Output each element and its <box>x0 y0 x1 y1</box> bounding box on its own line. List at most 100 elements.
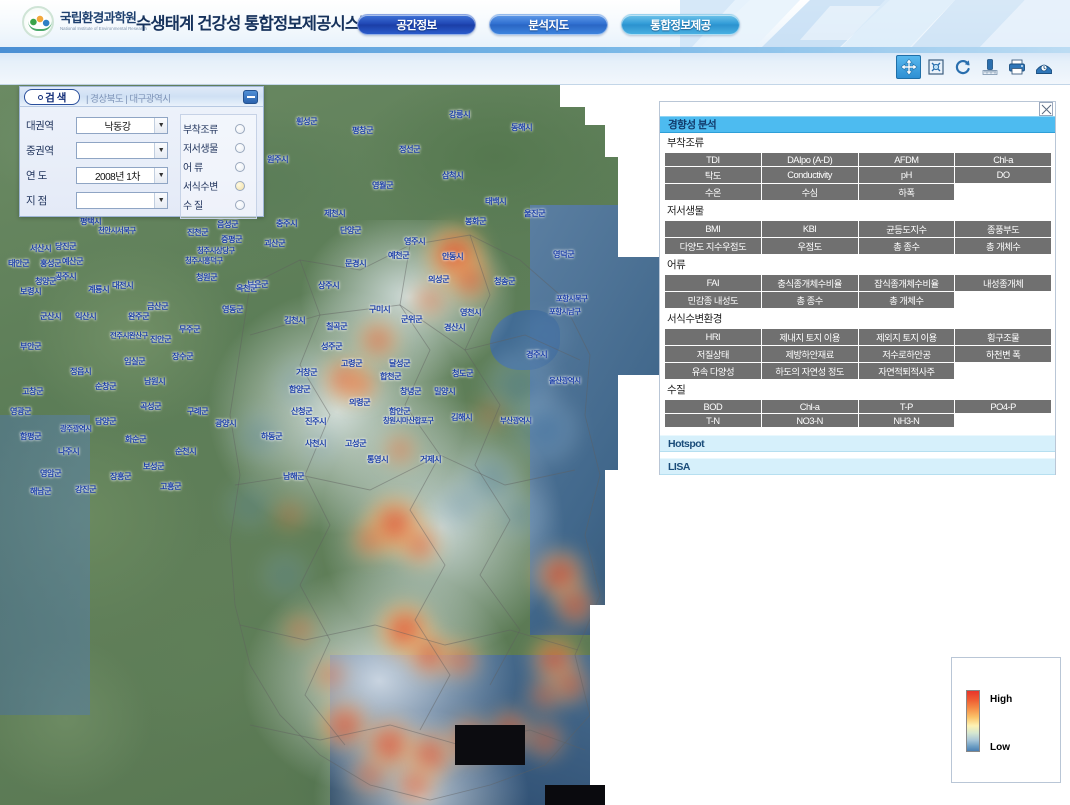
indicator-cell[interactable]: PO4-P <box>954 399 1052 414</box>
tile-mask <box>618 157 660 189</box>
indicator-cell[interactable]: Chl-a <box>760 399 859 414</box>
indicator-table: HRI 제내지 토지 이용 제외지 토지 이용 횡구조물 저질상태 제방하안재료 저수로하안… <box>664 328 1052 380</box>
indicator-group-label: 서식수변환경 <box>667 313 722 325</box>
nav-spatial-info[interactable]: 공간정보 <box>357 14 476 35</box>
indicator-cell[interactable]: 제외지 토지 이용 <box>857 328 956 346</box>
map-legend: High Low <box>951 657 1061 783</box>
radio-icon[interactable] <box>234 123 245 134</box>
minimize-button[interactable] <box>243 90 258 104</box>
close-icon <box>1041 104 1051 114</box>
org-name-sub: National Institute of Environmental Rese… <box>60 26 147 32</box>
logo[interactable]: 국립환경과학원 National Institute of Environmen… <box>22 6 147 38</box>
indicator-cell[interactable]: pH <box>857 166 956 184</box>
indicator-cell[interactable]: 수심 <box>760 183 859 201</box>
minus-icon <box>246 96 255 98</box>
indicator-cell[interactable]: HRI <box>664 328 762 346</box>
nav-integrated-info[interactable]: 통합정보제공 <box>621 14 740 35</box>
zoom-extent-button[interactable] <box>923 55 948 79</box>
indicator-option[interactable]: 부착조류 <box>183 119 254 138</box>
search-select[interactable]: 낙동강 ▼ <box>76 116 168 134</box>
search-select[interactable]: ▼ <box>76 191 168 209</box>
search-tab-label: 검 색 <box>45 91 66 104</box>
indicator-cell[interactable]: KBI <box>760 220 859 238</box>
indicator-cell-empty <box>954 362 1052 380</box>
indicator-cell[interactable]: AFDM <box>857 152 956 167</box>
radio-icon[interactable] <box>234 180 245 191</box>
analysis-panel-titlebar <box>660 102 1055 116</box>
trend-analysis-header[interactable]: 경향성 분석 <box>660 116 1055 133</box>
indicator-option[interactable]: 수 질 <box>183 195 254 214</box>
indicator-cell[interactable]: 종풍부도 <box>954 220 1052 238</box>
analysis-panel[interactable]: 경향성 분석 부착조류 TDI DAIpo (A-D) AFDM Chl-a 탁도 Cond… <box>659 101 1056 475</box>
indicator-cell[interactable]: 하도의 자연성 정도 <box>760 362 859 380</box>
indicator-cell[interactable]: 수온 <box>664 183 762 201</box>
indicator-cell[interactable]: T-N <box>664 413 762 428</box>
table-row: 유속 다양성 하도의 자연성 정도 자연적퇴적사주 <box>664 362 1052 380</box>
indicator-cell-empty <box>954 291 1052 309</box>
indicator-cell[interactable]: Conductivity <box>760 166 859 184</box>
site-header: 국립환경과학원 National Institute of Environmen… <box>0 0 1070 47</box>
indicator-cell[interactable]: 총 개체수 <box>954 237 1052 255</box>
table-row: 저질상태 제방하안재료 저수로하안공 하천변 폭 <box>664 345 1052 363</box>
indicator-cell[interactable]: 저질상태 <box>664 345 762 363</box>
search-select[interactable]: 2008년 1차 ▼ <box>76 166 168 184</box>
radio-icon[interactable] <box>234 161 245 172</box>
table-row: TDI DAIpo (A-D) AFDM Chl-a <box>664 152 1052 167</box>
indicator-option[interactable]: 어 류 <box>183 157 254 176</box>
indicator-cell[interactable]: T-P <box>857 399 956 414</box>
indicator-cell[interactable]: NO3-N <box>760 413 859 428</box>
indicator-cell[interactable]: 하폭 <box>857 183 956 201</box>
indicator-cell[interactable]: 총 종수 <box>857 237 956 255</box>
indicator-cell[interactable]: 제방하안재료 <box>760 345 859 363</box>
indicator-cell[interactable]: 제내지 토지 이용 <box>760 328 859 346</box>
search-select[interactable]: ▼ <box>76 141 168 159</box>
export-button[interactable] <box>1031 55 1056 79</box>
indicator-cell[interactable]: FAI <box>664 274 762 292</box>
indicator-cell[interactable]: 횡구조물 <box>954 328 1052 346</box>
nav-analysis-map[interactable]: 분석지도 <box>489 14 608 35</box>
search-panel[interactable]: 검 색 | 경상북도 | 대구광역시 대권역 낙동강 ▼ 중권역 ▼ 연 도 2008년 1… <box>19 86 264 219</box>
indicator-cell[interactable]: DAIpo (A-D) <box>760 152 859 167</box>
indicator-cell[interactable]: 우점도 <box>760 237 859 255</box>
analysis-section-bar[interactable]: Hotspot <box>660 435 1055 452</box>
radio-icon[interactable] <box>234 199 245 210</box>
indicator-cell[interactable]: 하천변 폭 <box>954 345 1052 363</box>
radio-dot-icon <box>38 94 44 100</box>
search-tab[interactable]: 검 색 <box>24 89 80 105</box>
print-button[interactable] <box>1004 55 1029 79</box>
indicator-cell[interactable]: BOD <box>664 399 762 414</box>
measure-button[interactable] <box>977 55 1002 79</box>
analysis-section-bar[interactable]: LISA <box>660 458 1055 475</box>
indicator-cell[interactable]: 잡식종개체수비율 <box>857 274 956 292</box>
close-button[interactable] <box>1039 102 1053 116</box>
search-field-row: 대권역 낙동강 ▼ <box>26 114 174 136</box>
indicator-cell[interactable]: 총 종수 <box>760 291 859 309</box>
indicator-cell[interactable]: 자연적퇴적사주 <box>857 362 956 380</box>
indicator-cell[interactable]: BMI <box>664 220 762 238</box>
indicator-cell-empty <box>954 183 1052 201</box>
chevron-down-icon: ▼ <box>154 167 167 183</box>
toolbar-accent-bar <box>0 47 1070 53</box>
tile-gap <box>455 725 525 765</box>
indicator-cell[interactable]: 충식종개체수비율 <box>760 274 859 292</box>
indicator-cell[interactable]: 내성종개체 <box>954 274 1052 292</box>
indicator-cell[interactable]: 유속 다양성 <box>664 362 762 380</box>
indicator-cell[interactable]: 탁도 <box>664 166 762 184</box>
radio-icon[interactable] <box>234 142 245 153</box>
indicator-cell[interactable]: 총 개체수 <box>857 291 956 309</box>
indicator-option[interactable]: 서식수변 <box>183 176 254 195</box>
indicator-table: TDI DAIpo (A-D) AFDM Chl-a 탁도 Conductivity pH D… <box>664 152 1052 201</box>
indicator-option[interactable]: 저서생물 <box>183 138 254 157</box>
indicator-cell[interactable]: Chl-a <box>954 152 1052 167</box>
indicator-cell[interactable]: 균등도지수 <box>857 220 956 238</box>
indicator-cell[interactable]: 저수로하안공 <box>857 345 956 363</box>
indicator-cell[interactable]: DO <box>954 166 1052 184</box>
refresh-button[interactable] <box>950 55 975 79</box>
main-nav: 공간정보 분석지도 통합정보제공 <box>357 14 740 35</box>
search-select-value: 낙동강 <box>104 121 131 133</box>
indicator-cell[interactable]: 민감종 내성도 <box>664 291 762 309</box>
indicator-cell[interactable]: NH3-N <box>857 413 956 428</box>
indicator-cell[interactable]: TDI <box>664 152 762 167</box>
indicator-cell[interactable]: 다양도 지수우점도 <box>664 237 762 255</box>
pan-tool-button[interactable] <box>896 55 921 79</box>
